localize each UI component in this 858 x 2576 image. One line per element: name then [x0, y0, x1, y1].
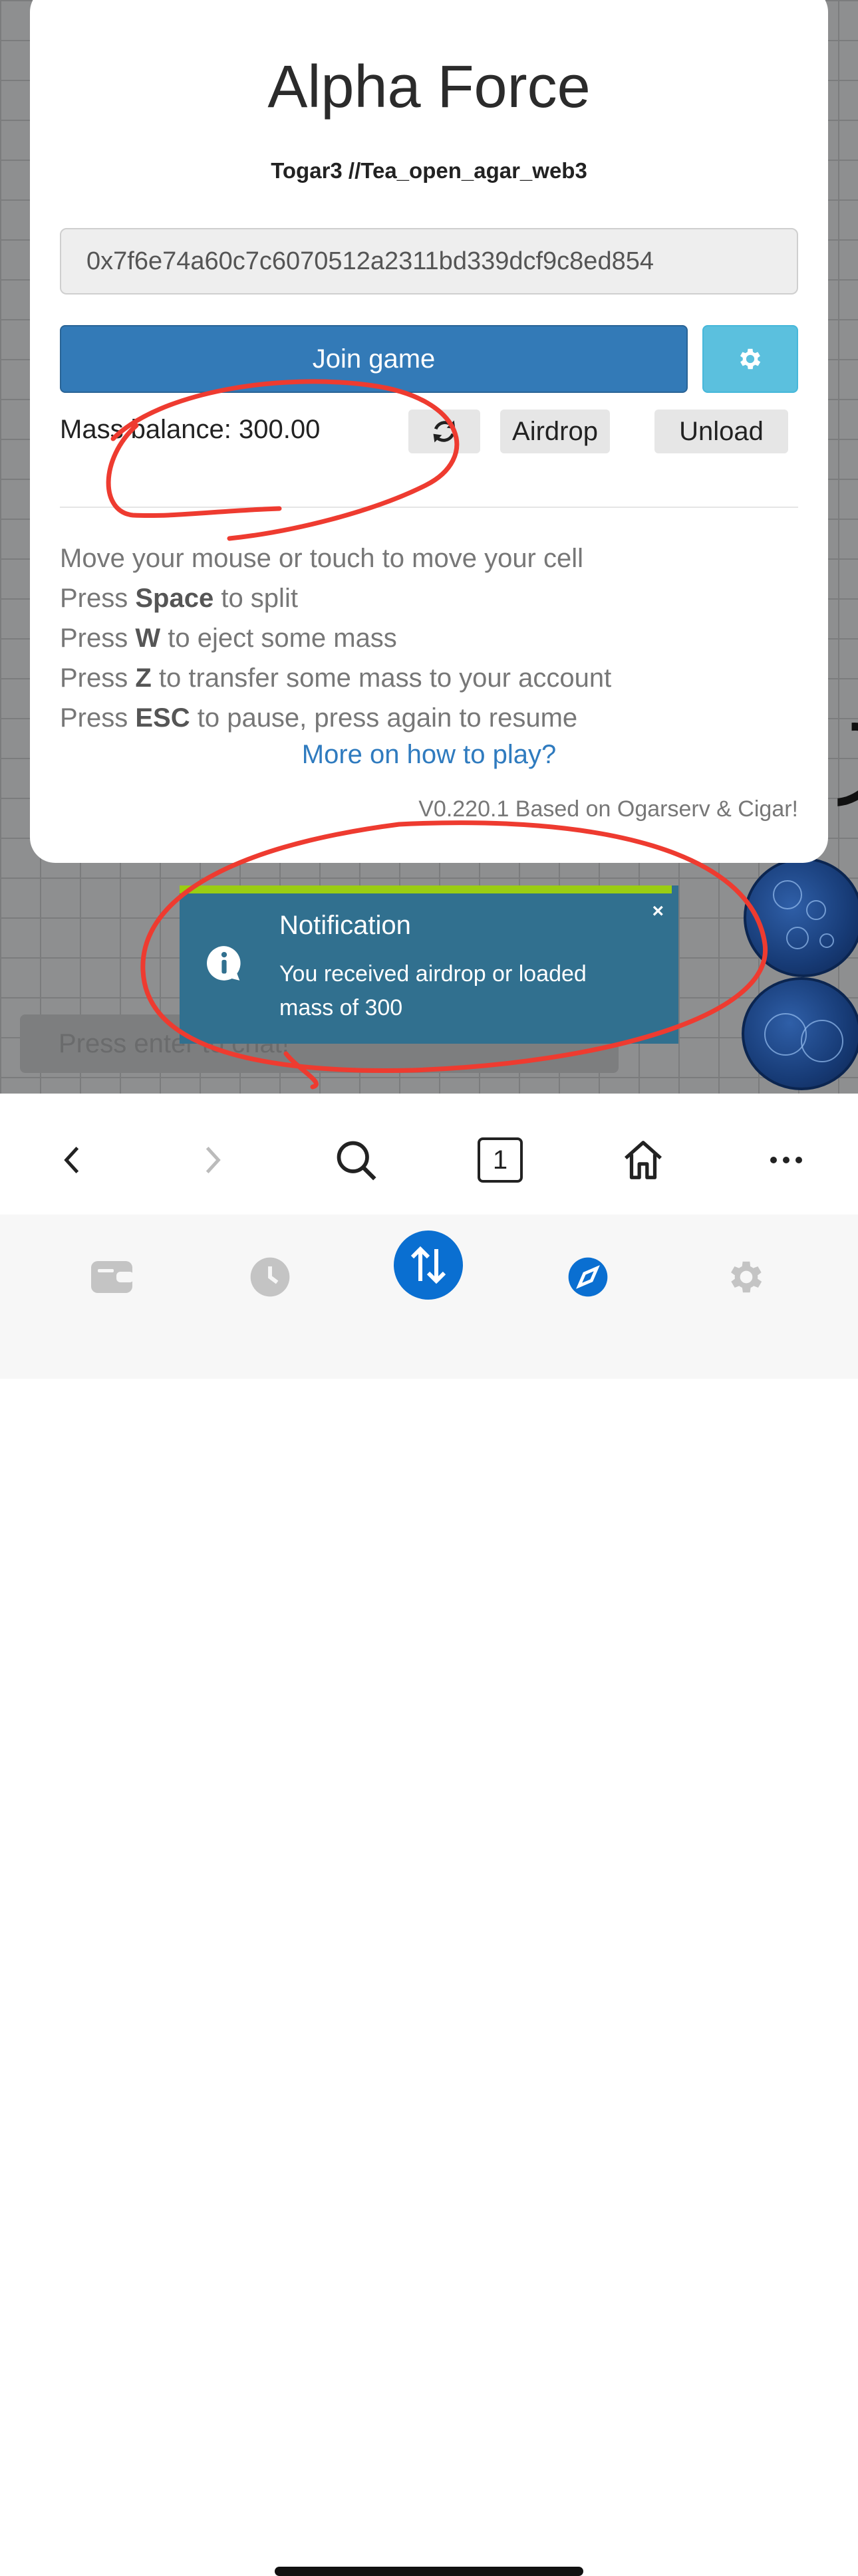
- airdrop-button[interactable]: Airdrop: [500, 410, 610, 453]
- eject-cell-button[interactable]: [742, 977, 858, 1090]
- mass-balance-label: Mass balance: 300.00: [60, 415, 321, 444]
- instructions-list: Move your mouse or touch to move your ce…: [60, 538, 611, 738]
- browser-toolbar: 1: [0, 1094, 858, 1215]
- refresh-icon: [433, 420, 456, 443]
- notification-title: Notification: [279, 911, 411, 940]
- gear-icon: [740, 348, 761, 370]
- split-cell-button[interactable]: [744, 858, 858, 977]
- wallet-address-input[interactable]: [60, 228, 798, 294]
- bottom-navigation: [0, 1215, 858, 2576]
- more-button[interactable]: [756, 1130, 816, 1190]
- notification-toast[interactable]: Notification You received airdrop or loa…: [180, 885, 678, 1044]
- back-button[interactable]: [42, 1130, 102, 1190]
- home-indicator: [275, 2567, 583, 2576]
- browser-icon: [568, 1257, 608, 1297]
- nav-swap[interactable]: [394, 1230, 463, 1300]
- tabs-icon: 1: [478, 1137, 523, 1183]
- notification-close-button[interactable]: ×: [652, 900, 664, 923]
- forward-button[interactable]: [183, 1130, 243, 1190]
- instruction-line: Move your mouse or touch to move your ce…: [60, 544, 584, 573]
- nav-settings[interactable]: [714, 1245, 778, 1309]
- unload-button[interactable]: Unload: [654, 410, 788, 453]
- back-icon: [64, 1146, 79, 1174]
- instruction-line: Press Z to transfer some mass to your ac…: [60, 663, 612, 693]
- settings-button[interactable]: [702, 325, 798, 393]
- search-icon: [337, 1141, 376, 1181]
- instruction-line: Press Space to split: [60, 584, 298, 613]
- tab-count: 1: [492, 1145, 508, 1175]
- more-icon: [770, 1157, 802, 1163]
- how-to-play-link[interactable]: More on how to play?: [30, 740, 828, 770]
- instruction-line: Press W to eject some mass: [60, 624, 397, 653]
- game-subtitle: Togar3 //Tea_open_agar_web3: [271, 158, 587, 183]
- notification-progress-bar: [180, 885, 672, 893]
- info-icon: [207, 946, 241, 981]
- nav-wallet[interactable]: [80, 1245, 144, 1309]
- home-icon: [625, 1141, 662, 1179]
- search-button[interactable]: [326, 1130, 386, 1190]
- join-game-button[interactable]: Join game: [60, 325, 688, 393]
- nav-browser[interactable]: [556, 1245, 620, 1309]
- tabs-button[interactable]: 1: [470, 1130, 530, 1190]
- game-title: Alpha Force: [267, 54, 591, 120]
- forward-icon: [206, 1146, 221, 1174]
- divider: [60, 507, 798, 508]
- instruction-line: Press ESC to pause, press again to resum…: [60, 703, 578, 733]
- version-text: V0.220.1 Based on Ogarserv & Cigar!: [418, 796, 798, 822]
- game-start-modal: Alpha Force Togar3 //Tea_open_agar_web3 …: [30, 0, 828, 863]
- wallet-icon: [91, 1261, 134, 1293]
- history-icon: [250, 1257, 290, 1297]
- settings-icon: [731, 1261, 762, 1293]
- refresh-balance-button[interactable]: [408, 410, 480, 453]
- notification-message: You received airdrop or loaded mass of 3…: [279, 961, 587, 1020]
- nav-history[interactable]: [238, 1245, 302, 1309]
- swap-icon: [394, 1230, 463, 1300]
- home-button[interactable]: [613, 1130, 673, 1190]
